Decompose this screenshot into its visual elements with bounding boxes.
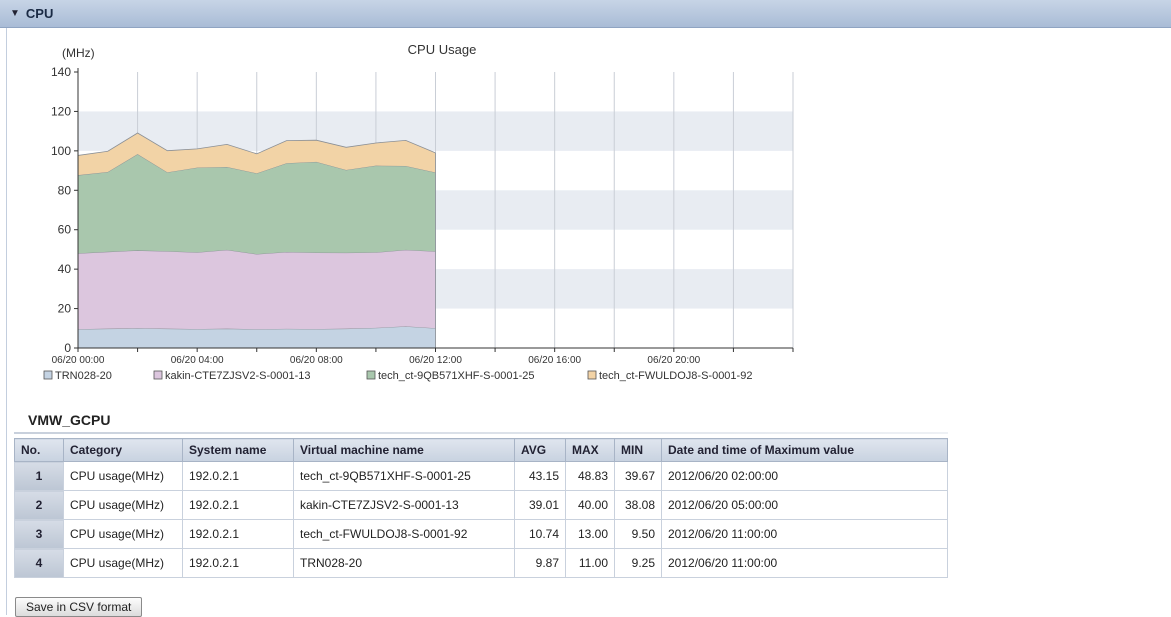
table-header-row: No. Category System name Virtual machine…: [14, 438, 948, 462]
cell-vm-name: tech_ct-FWULDOJ8-S-0001-92: [293, 519, 515, 549]
table-row: 2 CPU usage(MHz) 192.0.2.1 kakin-CTE7ZJS…: [14, 490, 948, 520]
y-tick-label: 60: [58, 223, 72, 237]
cell-vm-name: TRN028-20: [293, 548, 515, 578]
y-tick-label: 80: [58, 183, 72, 197]
cell-category: CPU usage(MHz): [63, 548, 183, 578]
cell-system-name: 192.0.2.1: [182, 519, 294, 549]
cpu-panel: ▼ CPU 0 20 40 60 80 100 120 140 06/20 00:00 06/20…: [0, 0, 1171, 617]
cell-avg: 10.74: [514, 519, 566, 549]
legend-label: tech_ct-FWULDOJ8-S-0001-92: [599, 370, 752, 382]
cpu-usage-chart: 0 20 40 60 80 100 120 140 06/20 00:00 06/20 04:00…: [43, 42, 794, 382]
table-title: VMW_GCPU: [28, 412, 111, 428]
cell-no: 1: [14, 461, 64, 491]
col-header-min: MIN: [614, 438, 662, 462]
legend-swatch: [587, 370, 597, 380]
col-header-category: Category: [63, 438, 183, 462]
cell-avg: 43.15: [514, 461, 566, 491]
y-tick-label: 40: [58, 262, 72, 276]
legend-swatch: [153, 370, 163, 380]
cell-category: CPU usage(MHz): [63, 519, 183, 549]
save-csv-button[interactable]: Save in CSV format: [15, 597, 143, 617]
cell-category: CPU usage(MHz): [63, 490, 183, 520]
cell-max: 13.00: [565, 519, 615, 549]
cell-max: 48.83: [565, 461, 615, 491]
x-tick-label: 06/20 04:00: [171, 355, 224, 366]
cell-max: 40.00: [565, 490, 615, 520]
cell-no: 3: [14, 519, 64, 549]
y-axis-label: (MHz): [62, 46, 95, 60]
cell-max: 11.00: [565, 548, 615, 578]
cell-min: 9.50: [614, 519, 662, 549]
table-row: 1 CPU usage(MHz) 192.0.2.1 tech_ct-9QB57…: [14, 461, 948, 491]
table-row: 3 CPU usage(MHz) 192.0.2.1 tech_ct-FWULD…: [14, 519, 948, 549]
col-header-avg: AVG: [514, 438, 566, 462]
cell-avg: 39.01: [514, 490, 566, 520]
cell-min: 9.25: [614, 548, 662, 578]
table-title-divider: [14, 432, 948, 434]
cell-no: 4: [14, 548, 64, 578]
cell-max-datetime: 2012/06/20 11:00:00: [661, 519, 948, 549]
cell-system-name: 192.0.2.1: [182, 548, 294, 578]
cell-avg: 9.87: [514, 548, 566, 578]
y-tick-label: 20: [58, 302, 72, 316]
col-header-max-datetime: Date and time of Maximum value: [661, 438, 948, 462]
col-header-system-name: System name: [182, 438, 294, 462]
cell-vm-name: tech_ct-9QB571XHF-S-0001-25: [293, 461, 515, 491]
chart-title: CPU Usage: [408, 42, 477, 57]
statistics-table: No. Category System name Virtual machine…: [14, 438, 948, 578]
cell-max-datetime: 2012/06/20 02:00:00: [661, 461, 948, 491]
cell-min: 39.67: [614, 461, 662, 491]
y-tick-label: 0: [64, 341, 71, 355]
cell-max-datetime: 2012/06/20 05:00:00: [661, 490, 948, 520]
x-tick-label: 06/20 00:00: [52, 355, 105, 366]
legend-label: tech_ct-9QB571XHF-S-0001-25: [378, 370, 535, 382]
cell-system-name: 192.0.2.1: [182, 490, 294, 520]
cell-min: 38.08: [614, 490, 662, 520]
cell-category: CPU usage(MHz): [63, 461, 183, 491]
legend-label: TRN028-20: [55, 370, 112, 382]
area-series-2: [78, 249, 436, 330]
x-tick-label: 06/20 08:00: [290, 355, 343, 366]
col-header-vm-name: Virtual machine name: [293, 438, 515, 462]
cell-no: 2: [14, 490, 64, 520]
y-tick-label: 120: [51, 104, 71, 118]
cpu-section-header[interactable]: ▼ CPU: [0, 0, 1171, 28]
cell-vm-name: kakin-CTE7ZJSV2-S-0001-13: [293, 490, 515, 520]
x-tick-label: 06/20 12:00: [409, 355, 462, 366]
x-tick-label: 06/20 16:00: [528, 355, 581, 366]
section-title: CPU: [25, 6, 54, 21]
panel-border: [6, 28, 7, 615]
cell-max-datetime: 2012/06/20 11:00:00: [661, 548, 948, 578]
x-tick-label: 06/20 20:00: [647, 355, 700, 366]
table-row: 4 CPU usage(MHz) 192.0.2.1 TRN028-20 9.8…: [14, 548, 948, 578]
col-header-max: MAX: [565, 438, 615, 462]
legend-swatch: [43, 370, 53, 380]
col-header-no: No.: [14, 438, 64, 462]
legend-swatch: [366, 370, 376, 380]
collapse-arrow-icon[interactable]: ▼: [10, 8, 20, 19]
y-tick-label: 100: [51, 144, 71, 158]
legend-label: kakin-CTE7ZJSV2-S-0001-13: [165, 370, 311, 382]
cell-system-name: 192.0.2.1: [182, 461, 294, 491]
y-tick-label: 140: [51, 65, 71, 79]
